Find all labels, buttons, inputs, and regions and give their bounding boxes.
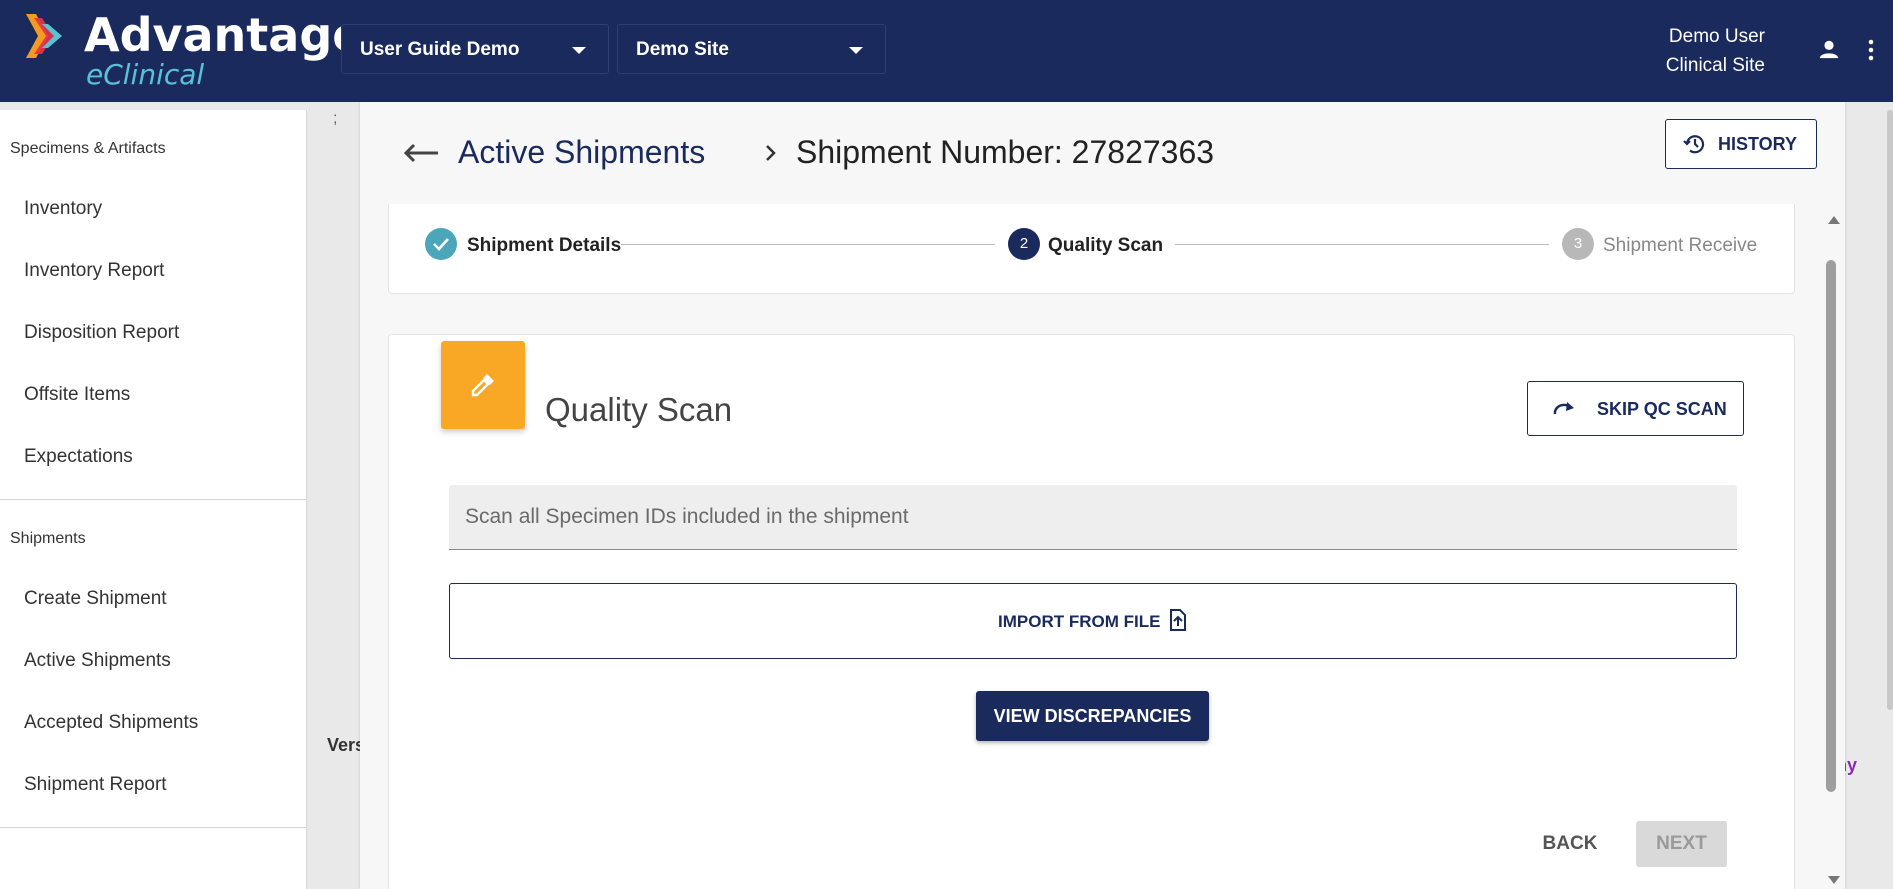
step-completed-check-icon — [425, 228, 457, 260]
back-button[interactable]: BACK — [1530, 821, 1610, 867]
sidebar-divider — [0, 499, 307, 500]
step-label-quality-scan: Quality Scan — [1048, 235, 1164, 256]
background-semicolon: ; — [333, 110, 338, 127]
sidebar-section-specimens: Specimens & Artifacts — [10, 140, 166, 157]
sidebar-item-inventory-report[interactable]: Inventory Report — [24, 260, 164, 282]
sidebar-divider — [0, 827, 307, 828]
sidebar-item-offsite-items[interactable]: Offsite Items — [24, 384, 130, 406]
chevron-right-icon — [766, 145, 776, 161]
eyedropper-icon — [471, 374, 494, 397]
site-select[interactable]: Demo Site — [617, 24, 886, 74]
sidebar-item-accepted-shipments[interactable]: Accepted Shipments — [24, 712, 198, 734]
sidebar-item-expectations[interactable]: Expectations — [24, 446, 133, 468]
arrow-left-icon[interactable] — [402, 142, 440, 164]
sidebar-item-create-shipment[interactable]: Create Shipment — [24, 588, 167, 610]
shipment-panel: Active Shipments Shipment Number: 278273… — [360, 102, 1845, 889]
page-title: Shipment Number: 27827363 — [796, 134, 1215, 170]
logo-text-secondary: eClinical — [86, 58, 205, 91]
logo-chevron-icon — [26, 14, 62, 58]
logo[interactable]: Advantage eClinical — [26, 8, 363, 92]
breadcrumb-active-shipments[interactable]: Active Shipments — [458, 134, 705, 171]
sidebar-item-shipment-report[interactable]: Shipment Report — [24, 774, 167, 796]
scroll-down-arrow-icon[interactable] — [1828, 876, 1840, 884]
person-icon[interactable] — [1818, 38, 1840, 60]
top-bar: Advantage eClinical User Guide Demo Demo… — [0, 0, 1893, 102]
history-button-label: HISTORY — [1718, 134, 1798, 154]
specimen-scan-input[interactable] — [449, 485, 1737, 550]
sidebar-section-shipments: Shipments — [10, 530, 86, 547]
study-select[interactable]: User Guide Demo — [341, 24, 609, 74]
view-discrepancies-button[interactable]: VIEW DISCREPANCIES — [976, 691, 1209, 741]
logo-text-primary: Advantage — [84, 8, 364, 62]
page-scrollbar[interactable] — [1887, 110, 1893, 710]
skip-qc-scan-label: SKIP QC SCAN — [1597, 399, 1727, 419]
stepper: Shipment Details 2 Quality Scan 3 Shipme… — [388, 204, 1795, 294]
study-select-value: User Guide Demo — [360, 39, 520, 60]
sidebar-item-inventory[interactable]: Inventory — [24, 198, 102, 220]
check-icon — [433, 238, 449, 251]
scroll-up-arrow-icon[interactable] — [1828, 216, 1840, 224]
step-label-shipment-receive: Shipment Receive — [1603, 235, 1758, 256]
sidebar-item-active-shipments[interactable]: Active Shipments — [24, 650, 171, 672]
import-from-file-button[interactable]: IMPORT FROM FILE — [449, 583, 1737, 659]
redo-icon — [1553, 402, 1574, 415]
history-button[interactable]: HISTORY — [1665, 119, 1817, 169]
quality-scan-title: Quality Scan — [545, 391, 733, 428]
sidebar: Specimens & Artifacts Inventory Inventor… — [0, 110, 307, 889]
step-connector — [1175, 244, 1549, 245]
file-upload-icon — [1170, 609, 1186, 631]
user-role: Clinical Site — [1665, 55, 1765, 76]
skip-qc-scan-button[interactable]: SKIP QC SCAN — [1527, 381, 1744, 436]
quality-scan-badge — [441, 341, 525, 429]
import-from-file-label: IMPORT FROM FILE — [998, 612, 1161, 631]
site-select-value: Demo Site — [636, 39, 729, 60]
step-number-quality-scan: 2 — [1008, 228, 1040, 260]
quality-scan-card: Quality Scan SKIP QC SCAN IMPORT FROM FI… — [388, 334, 1795, 889]
user-name: Demo User — [1668, 26, 1765, 47]
step-label-shipment-details: Shipment Details — [467, 235, 622, 256]
step-connector — [621, 244, 995, 245]
next-button[interactable]: NEXT — [1636, 821, 1727, 867]
kebab-menu-icon[interactable] — [1866, 38, 1876, 62]
chevron-down-icon — [849, 47, 863, 54]
user-info: Demo User Clinical Site — [1666, 22, 1765, 80]
panel-scrollbar-thumb[interactable] — [1826, 260, 1836, 792]
sidebar-item-disposition-report[interactable]: Disposition Report — [24, 322, 179, 344]
history-icon — [1683, 135, 1705, 154]
step-number-shipment-receive: 3 — [1562, 228, 1594, 260]
chevron-down-icon — [572, 47, 586, 54]
